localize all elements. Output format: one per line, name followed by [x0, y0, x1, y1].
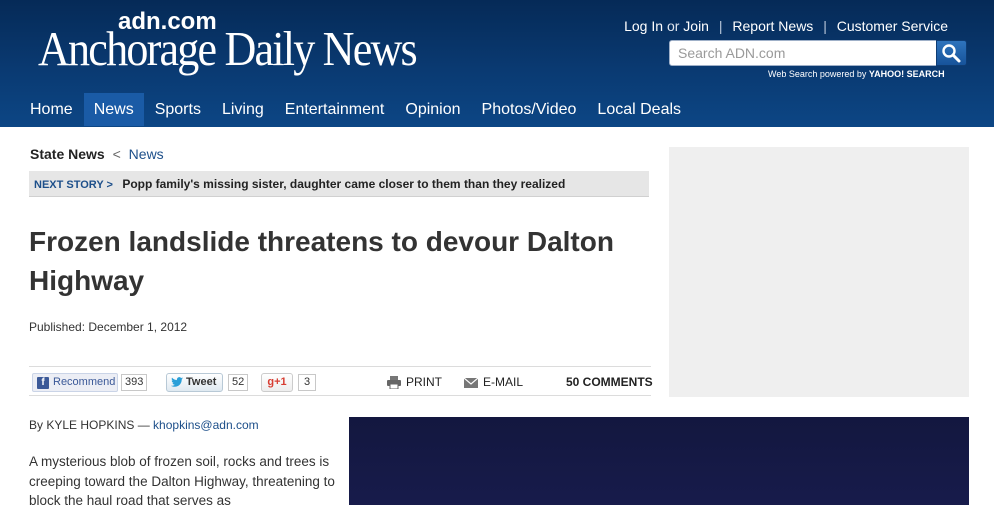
login-or-text: or — [666, 18, 680, 34]
join-link[interactable]: Join — [683, 18, 709, 34]
envelope-icon — [464, 377, 478, 388]
author-email-link[interactable]: khopkins@adn.com — [153, 418, 259, 432]
twitter-bird-icon — [171, 377, 183, 387]
facebook-recommend-button[interactable]: f Recommend — [32, 373, 118, 392]
breadcrumb-section[interactable]: State News — [30, 146, 105, 162]
facebook-icon: f — [37, 377, 49, 389]
published-date: Published: December 1, 2012 — [29, 320, 188, 334]
next-story-link[interactable]: Popp family's missing sister, daughter c… — [122, 177, 565, 191]
article-byline: By KYLE HOPKINS — khopkins@adn.com — [29, 418, 259, 432]
breadcrumb: State News < News — [30, 146, 164, 162]
account-links: Log In or Join | Report News | Customer … — [624, 18, 948, 34]
email-label: E-MAIL — [483, 375, 524, 389]
nav-sports[interactable]: Sports — [145, 93, 211, 126]
nav-living[interactable]: Living — [212, 93, 274, 126]
advertisement-slot[interactable] — [669, 147, 969, 397]
site-search: Search ADN.com — [669, 40, 967, 66]
divider: | — [718, 18, 723, 34]
google-plus-button[interactable]: g+1 — [261, 373, 293, 392]
search-icon — [942, 44, 961, 63]
email-button[interactable]: E-MAIL — [464, 375, 523, 389]
article-photo[interactable] — [349, 417, 969, 505]
nav-entertainment[interactable]: Entertainment — [275, 93, 395, 126]
printer-icon — [387, 376, 401, 390]
nav-photos-video[interactable]: Photos/Video — [472, 93, 587, 126]
print-button[interactable]: PRINT — [387, 375, 442, 390]
search-powered-by: Web Search powered by YAHOO! SEARCH — [768, 69, 945, 79]
site-header: adn.com Anchorage Daily News Log In or J… — [0, 0, 994, 127]
next-story-label[interactable]: NEXT STORY > — [34, 179, 113, 191]
article-body: A mysterious blob of frozen soil, rocks … — [29, 454, 335, 505]
print-label: PRINT — [406, 375, 442, 389]
nav-news[interactable]: News — [83, 93, 144, 126]
customer-service-link[interactable]: Customer Service — [837, 18, 948, 34]
logo-title: Anchorage Daily News — [38, 21, 418, 76]
report-news-link[interactable]: Report News — [732, 18, 813, 34]
powered-brand: YAHOO! SEARCH — [868, 69, 945, 79]
next-story-bar: NEXT STORY > Popp family's missing siste… — [29, 171, 649, 197]
breadcrumb-parent-link[interactable]: News — [129, 146, 164, 162]
nav-opinion[interactable]: Opinion — [395, 93, 470, 126]
comments-link[interactable]: 50 COMMENTS — [566, 375, 653, 389]
google-plus-count: 3 — [298, 374, 317, 391]
tweet-label: Tweet — [186, 376, 217, 388]
nav-home[interactable]: Home — [20, 93, 83, 126]
search-input[interactable]: Search ADN.com — [669, 40, 937, 66]
nav-local-deals[interactable]: Local Deals — [587, 93, 691, 126]
tweet-button[interactable]: Tweet — [166, 373, 223, 392]
tweet-count: 52 — [228, 374, 249, 391]
divider: | — [823, 18, 827, 34]
byline-author: By KYLE HOPKINS — — [29, 418, 150, 432]
article-headline: Frozen landslide threatens to devour Dal… — [29, 226, 614, 296]
search-button[interactable] — [936, 40, 967, 66]
breadcrumb-separator: < — [112, 146, 121, 162]
recommend-label: Recommend — [53, 376, 116, 388]
powered-text: Web Search powered by — [768, 69, 867, 79]
login-link[interactable]: Log In — [624, 18, 663, 34]
recommend-count: 393 — [121, 374, 148, 391]
main-nav: Home News Sports Living Entertainment Op… — [20, 93, 692, 127]
google-plus-label: +1 — [274, 376, 287, 388]
share-toolbar: f Recommend 393 Tweet 52 g+1 3 PRINT E-M… — [29, 366, 653, 396]
